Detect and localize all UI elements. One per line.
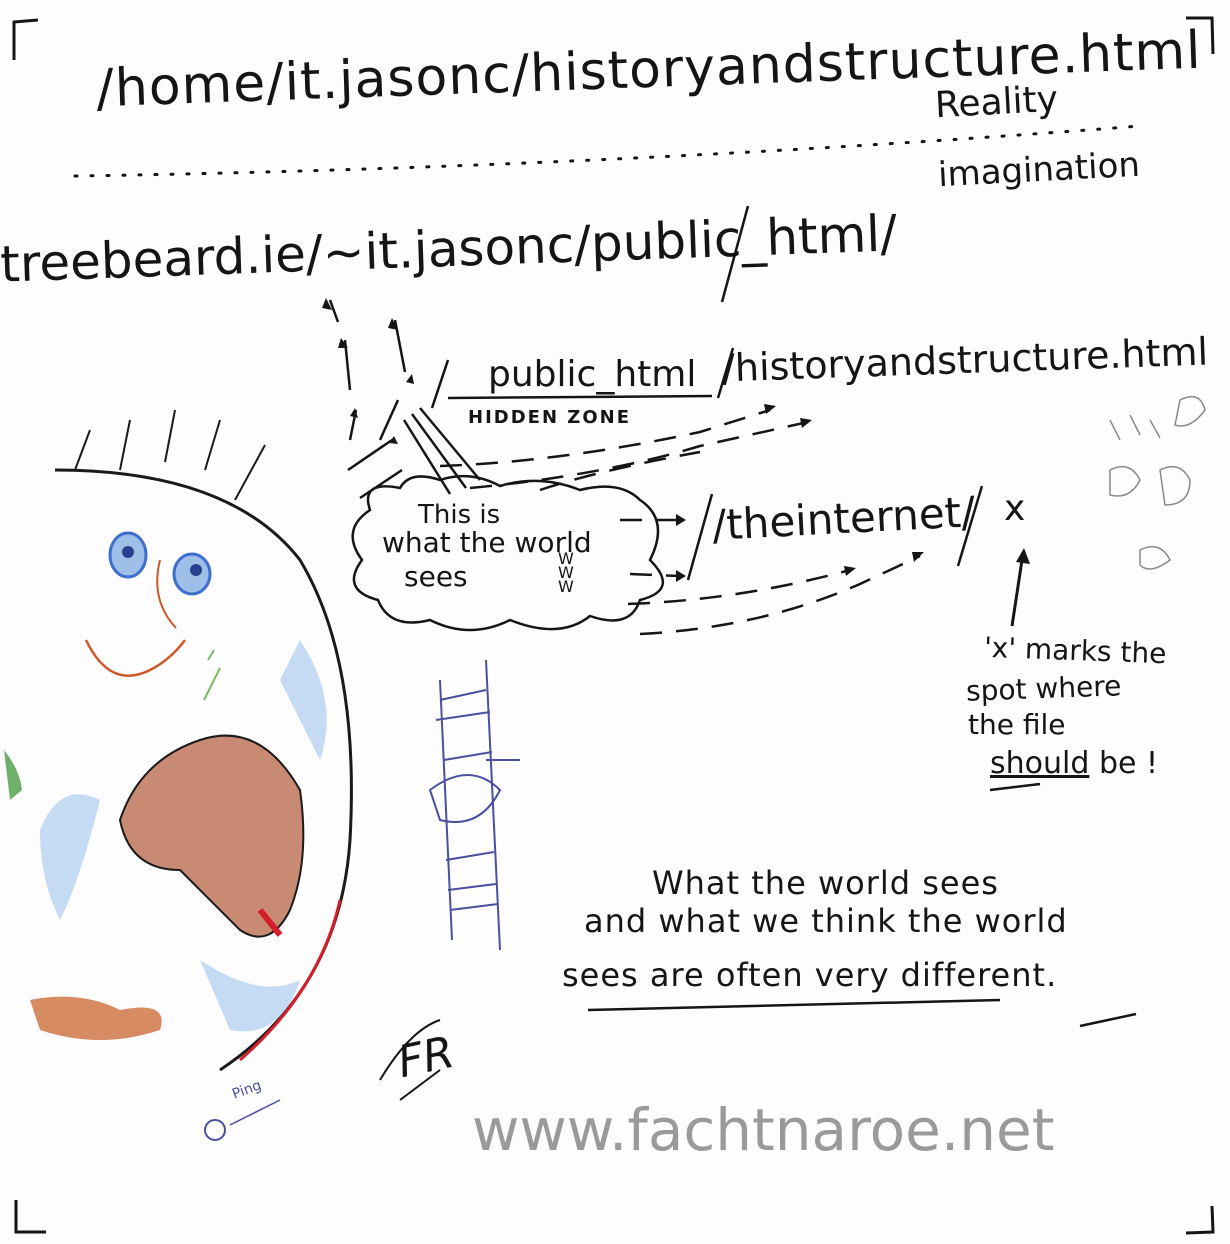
label-reality: Reality (934, 78, 1060, 127)
upward-arrows (328, 299, 407, 500)
drawing-page: /home/it.jasonc/historyandstructure.html… (0, 0, 1230, 1244)
public-html-underline (447, 394, 713, 400)
earth-drawing (4, 409, 353, 1072)
summary-underline (587, 998, 1001, 1012)
x-note-line2: spot where (965, 669, 1122, 708)
x-note-line4: should be ! (990, 746, 1158, 781)
be-word: be ! (1098, 746, 1158, 781)
summary-line1: What the world sees (652, 864, 999, 902)
continent-africa (118, 734, 305, 938)
land-bottom (30, 996, 162, 1040)
corner-brackets (12, 16, 1215, 1235)
watermark: www.fachtnaroe.net (472, 1096, 1055, 1164)
label-hidden-zone: HIDDEN ZONE (468, 407, 631, 428)
path-public-html: public_html (488, 354, 697, 395)
x-note-line1: 'x' marks the (983, 630, 1167, 671)
cloud-text-3: sees (404, 560, 468, 593)
pencil-doodles (1109, 395, 1206, 570)
ping-circle (204, 1119, 226, 1141)
x-note-line3: the file (968, 708, 1066, 741)
tower-drawing (428, 659, 520, 951)
mouth (84, 639, 186, 677)
cloud-www: WWW (558, 549, 574, 596)
summary-line2: and what we think the world (584, 902, 1068, 940)
note-arrow (1010, 559, 1024, 627)
x-mark: x (1004, 488, 1026, 529)
should-word: should (990, 746, 1090, 781)
arrow-heads-up (322, 298, 414, 444)
summary-line3: sees are often very different. (562, 956, 1058, 994)
